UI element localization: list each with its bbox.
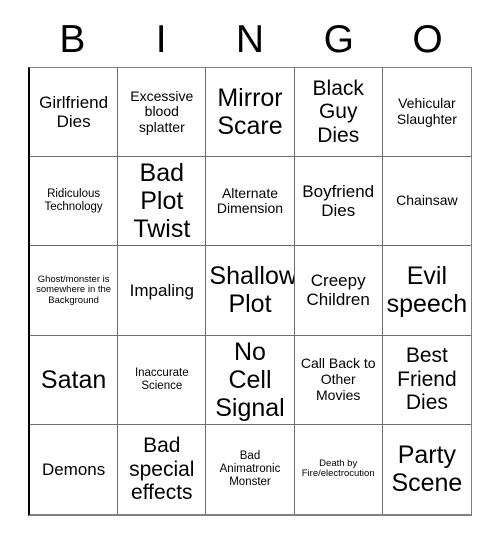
bingo-cell-o3[interactable]: Evil speech bbox=[382, 246, 471, 336]
bingo-cell-label: Party Scene bbox=[391, 441, 463, 498]
bingo-cell-b3[interactable]: Ghost/monster is somewhere in the Backgr… bbox=[30, 246, 119, 336]
bingo-cell-label: Bad special effects bbox=[129, 434, 195, 505]
bingo-cell-label: Best Friend Dies bbox=[397, 344, 457, 415]
bingo-cell-label: Inaccurate Science bbox=[134, 366, 189, 392]
bingo-card: B I N G O Girlfriend Dies Excessive bloo… bbox=[0, 0, 500, 544]
bingo-cell-label: Excessive blood splatter bbox=[130, 87, 194, 135]
bingo-cell-b5[interactable]: Demons bbox=[30, 424, 119, 514]
bingo-cell-label: Vehicular Slaughter bbox=[396, 95, 457, 128]
bingo-cell-label: Evil speech bbox=[386, 262, 468, 319]
bingo-cell-b4[interactable]: Satan bbox=[30, 335, 119, 425]
bingo-cell-label: Creepy Children bbox=[306, 271, 370, 310]
bingo-cell-label: Chainsaw bbox=[396, 192, 458, 209]
bingo-cell-label: Mirror Scare bbox=[217, 84, 283, 141]
bingo-cell-g5[interactable]: Death by Fire/electrocution bbox=[294, 424, 383, 514]
bingo-cell-label: Ridiculous Technology bbox=[44, 188, 103, 214]
bingo-cell-o1[interactable]: Vehicular Slaughter bbox=[382, 68, 471, 158]
bingo-cell-i3[interactable]: Impaling bbox=[118, 246, 207, 336]
bingo-cell-label: Death by Fire/electrocution bbox=[301, 457, 375, 480]
bingo-cell-label: Impaling bbox=[129, 280, 194, 300]
bingo-cell-b1[interactable]: Girlfriend Dies bbox=[30, 68, 119, 158]
bingo-cell-g4[interactable]: Call Back to Other Movies bbox=[294, 335, 383, 425]
bingo-cell-i5[interactable]: Bad special effects bbox=[118, 424, 207, 514]
bingo-cell-label: Girlfriend Dies bbox=[39, 93, 109, 132]
bingo-cell-label: Ghost/monster is somewhere in the Backgr… bbox=[36, 273, 112, 306]
bingo-cell-n5[interactable]: Bad Animatronic Monster bbox=[206, 424, 295, 514]
bingo-cell-label: Demons bbox=[41, 459, 106, 479]
bingo-grid: Girlfriend Dies Excessive blood splatter… bbox=[28, 67, 472, 516]
bingo-cell-label: Bad Animatronic Monster bbox=[219, 450, 281, 488]
bingo-cell-label: Alternate Dimension bbox=[216, 184, 284, 217]
bingo-cell-label: Call Back to Other Movies bbox=[300, 355, 376, 403]
header-letter-o: O bbox=[412, 17, 443, 61]
bingo-cell-i1[interactable]: Excessive blood splatter bbox=[118, 68, 207, 158]
bingo-cell-o2[interactable]: Chainsaw bbox=[382, 157, 471, 247]
bingo-header-letters: B I N G O bbox=[28, 14, 472, 64]
header-letter-n: N bbox=[235, 17, 265, 61]
bingo-cell-label: Satan bbox=[40, 365, 107, 394]
bingo-cell-n3[interactable]: Shallow Plot bbox=[206, 246, 295, 336]
bingo-cell-b2[interactable]: Ridiculous Technology bbox=[30, 157, 119, 247]
bingo-cell-i4[interactable]: Inaccurate Science bbox=[118, 335, 207, 425]
bingo-cell-i2[interactable]: Bad Plot Twist bbox=[118, 157, 207, 247]
bingo-cell-n4[interactable]: No Cell Signal bbox=[206, 335, 295, 425]
bingo-cell-label: Bad Plot Twist bbox=[133, 159, 191, 244]
bingo-cell-g3[interactable]: Creepy Children bbox=[294, 246, 383, 336]
bingo-cell-n2[interactable]: Alternate Dimension bbox=[206, 157, 295, 247]
header-letter-g: G bbox=[323, 17, 354, 61]
bingo-cell-label: Black Guy Dies bbox=[312, 76, 364, 147]
bingo-cell-o4[interactable]: Best Friend Dies bbox=[382, 335, 471, 425]
bingo-cell-o5[interactable]: Party Scene bbox=[382, 424, 471, 514]
bingo-cell-g1[interactable]: Black Guy Dies bbox=[294, 68, 383, 158]
header-letter-b: B bbox=[59, 17, 86, 61]
bingo-cell-label: Boyfriend Dies bbox=[302, 182, 375, 221]
bingo-cell-label: Shallow Plot bbox=[209, 262, 295, 319]
bingo-cell-label: No Cell Signal bbox=[215, 337, 285, 422]
bingo-cell-n1[interactable]: Mirror Scare bbox=[206, 68, 295, 158]
bingo-cell-g2[interactable]: Boyfriend Dies bbox=[294, 157, 383, 247]
header-letter-i: I bbox=[155, 17, 167, 61]
